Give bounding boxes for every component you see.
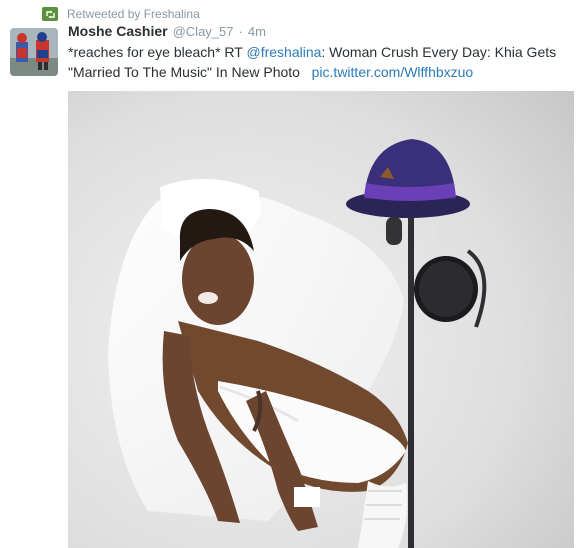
retweet-icon-glyph — [45, 10, 55, 18]
tweet-text-part-1: *reaches for eye bleach* RT — [68, 44, 247, 60]
mention-link[interactable]: @freshalina — [246, 44, 321, 60]
media-link[interactable]: pic.twitter.com/Wlffhbxzuo — [312, 64, 474, 80]
retweet-context-text[interactable]: Retweeted by Freshalina — [67, 7, 200, 21]
tweet-timestamp[interactable]: 4m — [248, 24, 266, 39]
tweet[interactable]: Retweeted by Freshalina Moshe Cashier @C… — [0, 0, 586, 548]
photo-image — [68, 91, 574, 548]
author-name[interactable]: Moshe Cashier — [68, 23, 168, 39]
header-separator: · — [238, 24, 243, 39]
tweet-text-part-3: "Married To The Music" In New Photo — [68, 64, 300, 80]
tweet-text: *reaches for eye bleach* RT @freshalina:… — [68, 42, 568, 82]
avatar-image — [10, 28, 58, 76]
attached-photo[interactable] — [68, 91, 574, 548]
user-avatar[interactable] — [10, 28, 58, 76]
retweet-icon — [42, 7, 58, 21]
tweet-text-part-2: : Woman Crush Every Day: Khia Gets — [321, 44, 557, 60]
tweet-text-line-2: "Married To The Music" In New Photo pic.… — [68, 62, 568, 82]
author-username[interactable]: @Clay_57 — [173, 24, 234, 39]
tweet-header: Moshe Cashier @Clay_57 · 4m — [68, 23, 266, 39]
tweet-text-line-1: *reaches for eye bleach* RT @freshalina:… — [68, 42, 568, 62]
retweet-context: Retweeted by Freshalina — [42, 6, 200, 22]
